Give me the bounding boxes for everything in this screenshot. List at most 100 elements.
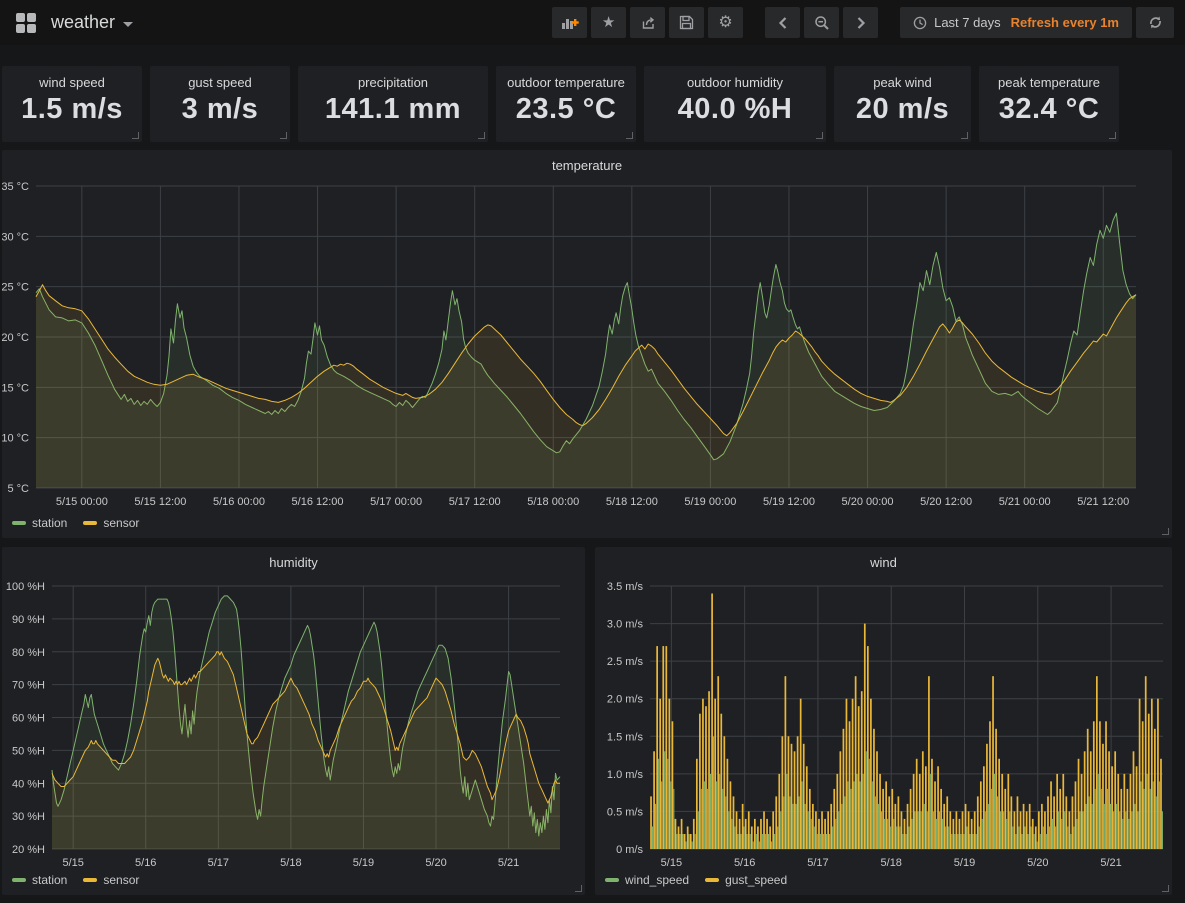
panel-resize-handle[interactable]	[478, 132, 485, 139]
navbar: weather ★	[0, 0, 1185, 45]
clock-icon	[913, 16, 927, 30]
dashboards-menu-button[interactable]	[11, 8, 41, 38]
stat-title[interactable]: peak temperature	[979, 75, 1119, 90]
panel-resize-handle[interactable]	[961, 132, 968, 139]
stat-value: 23.5 °C	[496, 93, 636, 126]
stat-panel-outdoor-humidity: outdoor humidity40.0 %H	[644, 66, 826, 142]
panel-resize-handle[interactable]	[626, 132, 633, 139]
wind-speed-bar	[1128, 819, 1129, 849]
wind-speed-bar	[1037, 842, 1038, 850]
panel-resize-handle[interactable]	[1162, 885, 1169, 892]
gust-speed-bar	[699, 714, 701, 849]
gust-speed-bar	[1142, 721, 1144, 849]
dashboard-title-dropdown[interactable]: weather	[51, 12, 133, 33]
y-axis-tick: 2.0 m/s	[607, 694, 644, 706]
page-title: weather	[51, 12, 115, 33]
panel-title-temperature[interactable]: temperature	[2, 158, 1172, 173]
share-button[interactable]	[630, 7, 665, 38]
gust-speed-bar	[717, 676, 719, 849]
gust-speed-bar	[815, 811, 817, 849]
stat-title[interactable]: peak wind	[834, 75, 971, 90]
wind-speed-bar	[820, 834, 821, 849]
gust-speed-bar	[925, 766, 927, 849]
wind-speed-bar	[1153, 781, 1154, 849]
wind-speed-bar	[860, 781, 861, 849]
stat-title[interactable]: wind speed	[2, 75, 142, 90]
wind-speed-bar	[1034, 834, 1035, 849]
refresh-interval-label: Refresh every 1m	[1011, 15, 1119, 30]
wind-chart[interactable]: 3.5 m/s3.0 m/s2.5 m/s2.0 m/s1.5 m/s1.0 m…	[595, 547, 1172, 895]
wind-speed-bar	[963, 834, 964, 849]
gust-speed-bar	[1148, 714, 1150, 849]
wind-speed-bar	[1156, 796, 1157, 849]
legend-item-gust_speed[interactable]: gust_speed	[705, 873, 787, 887]
wind-speed-bar	[1095, 789, 1096, 849]
gust-speed-bar	[720, 714, 722, 849]
gust-speed-bar	[1096, 676, 1098, 849]
wind-speed-bar	[1137, 811, 1138, 849]
legend-item-sensor[interactable]: sensor	[83, 516, 139, 530]
legend-item-station[interactable]: station	[12, 516, 67, 530]
temperature-legend: station sensor	[12, 516, 139, 530]
gust-speed-bar	[1029, 804, 1031, 849]
wind-speed-bar	[979, 827, 980, 850]
wind-speed-bar	[899, 827, 900, 850]
wind-speed-bar	[1141, 781, 1142, 849]
humidity-chart[interactable]: 100 %H90 %H80 %H70 %H60 %H50 %H40 %H30 %…	[2, 547, 585, 895]
panel-title-humidity[interactable]: humidity	[2, 555, 585, 570]
add-panel-button[interactable]	[552, 7, 587, 38]
time-range-picker[interactable]: Last 7 days Refresh every 1m	[900, 7, 1132, 38]
panel-resize-handle[interactable]	[816, 132, 823, 139]
gust-speed-bar	[678, 827, 680, 850]
gust-speed-bar	[806, 766, 808, 849]
wind-speed-bar	[1009, 811, 1010, 849]
gust-speed-bar	[836, 774, 838, 849]
stat-title[interactable]: precipitation	[298, 75, 488, 90]
stat-panel-wind-speed: wind speed1.5 m/s	[2, 66, 142, 142]
stat-title[interactable]: outdoor temperature	[496, 75, 636, 90]
gust-speed-bar	[965, 804, 967, 849]
temperature-chart[interactable]: 35 °C30 °C25 °C20 °C15 °C10 °C5 °C5/15 0…	[2, 150, 1172, 538]
wind-speed-bar	[713, 736, 714, 849]
wind-speed-bar	[725, 796, 726, 849]
panel-title-wind[interactable]: wind	[595, 555, 1172, 570]
gust-speed-bar	[1133, 751, 1135, 849]
settings-button[interactable]: ⚙	[708, 7, 743, 38]
refresh-button[interactable]	[1136, 7, 1174, 38]
panel-resize-handle[interactable]	[132, 132, 139, 139]
legend-item-sensor[interactable]: sensor	[83, 873, 139, 887]
gust-speed-bar	[864, 624, 866, 849]
save-button[interactable]	[669, 7, 704, 38]
gust-speed-bar	[998, 759, 1000, 849]
time-forward-button[interactable]	[843, 7, 878, 38]
panel-resize-handle[interactable]	[1162, 528, 1169, 535]
panel-resize-handle[interactable]	[1109, 132, 1116, 139]
gust-speed-bar	[763, 811, 765, 849]
time-back-button[interactable]	[765, 7, 800, 38]
panel-humidity: 100 %H90 %H80 %H70 %H60 %H50 %H40 %H30 %…	[2, 547, 585, 895]
gust-speed-bar	[898, 796, 900, 849]
y-axis-tick: 2.5 m/s	[607, 656, 644, 668]
star-button[interactable]: ★	[591, 7, 626, 38]
legend-item-wind_speed[interactable]: wind_speed	[605, 873, 689, 887]
gust-speed-bar	[711, 594, 713, 850]
gust-speed-bar	[1093, 721, 1095, 849]
wind-speed-bar	[872, 781, 873, 849]
panel-resize-handle[interactable]	[575, 885, 582, 892]
legend-item-station[interactable]: station	[12, 873, 67, 887]
gust-speed-bar	[1072, 796, 1074, 849]
x-axis-tick: 5/16 12:00	[292, 496, 344, 508]
stat-title[interactable]: outdoor humidity	[644, 75, 826, 90]
panel-resize-handle[interactable]	[280, 132, 287, 139]
gust-speed-bar	[913, 774, 915, 849]
zoom-out-button[interactable]	[804, 7, 839, 38]
star-icon: ★	[602, 15, 615, 30]
wind-speed-bar	[1131, 811, 1132, 849]
stat-title[interactable]: gust speed	[150, 75, 290, 90]
add-panel-icon	[561, 15, 579, 31]
gust-speed-bar	[659, 699, 661, 849]
gust-speed-bar	[781, 736, 783, 849]
wind-speed-bar	[719, 774, 720, 849]
gust-speed-bar	[672, 721, 674, 849]
wind-speed-bar	[802, 781, 803, 849]
